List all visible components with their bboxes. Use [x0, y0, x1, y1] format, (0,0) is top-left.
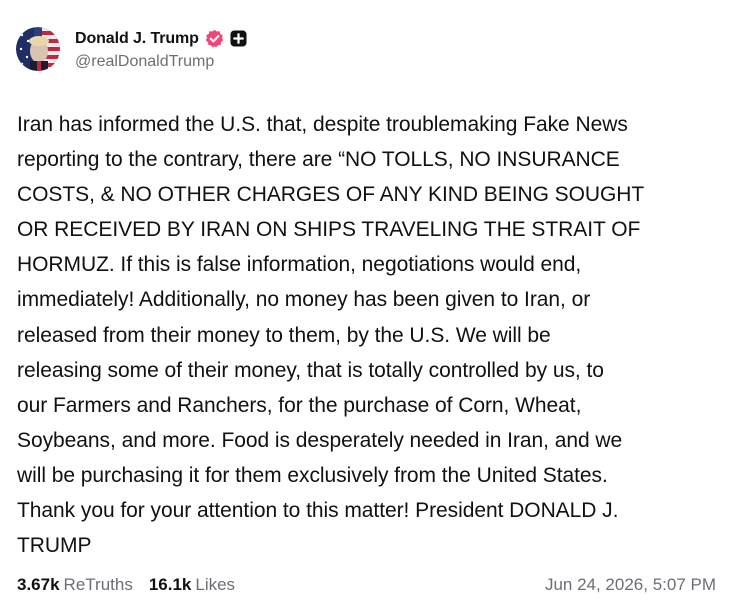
likes-label: Likes [195, 575, 236, 594]
retruths-count: 3.67k [17, 575, 60, 594]
author-block: Donald J. Trump @realDonaldTrump [75, 28, 247, 71]
verified-badge-icon [205, 29, 224, 48]
post-header: Donald J. Trump @realDonaldTrump [16, 26, 247, 72]
retruths-stat[interactable]: 3.67k ReTruths [17, 575, 133, 595]
post-text: Iran has informed the U.S. that, despite… [17, 113, 645, 558]
truth-post: Donald J. Trump @realDonaldTrump Iran ha… [0, 0, 734, 612]
post-timestamp[interactable]: Jun 24, 2026, 5:07 PM [545, 575, 716, 595]
avatar-image [16, 27, 60, 71]
plus-square-icon [230, 30, 247, 47]
author-handle[interactable]: @realDonaldTrump [75, 53, 247, 71]
author-display-name[interactable]: Donald J. Trump [75, 30, 199, 48]
likes-count: 16.1k [148, 575, 192, 594]
retruths-label: ReTruths [63, 575, 133, 594]
post-footer: 3.67k ReTruths 16.1k Likes Jun 24, 2026,… [17, 572, 716, 598]
likes-stat[interactable]: 16.1k Likes [149, 575, 235, 595]
author-name-row: Donald J. Trump [75, 28, 247, 50]
avatar[interactable] [16, 27, 60, 71]
